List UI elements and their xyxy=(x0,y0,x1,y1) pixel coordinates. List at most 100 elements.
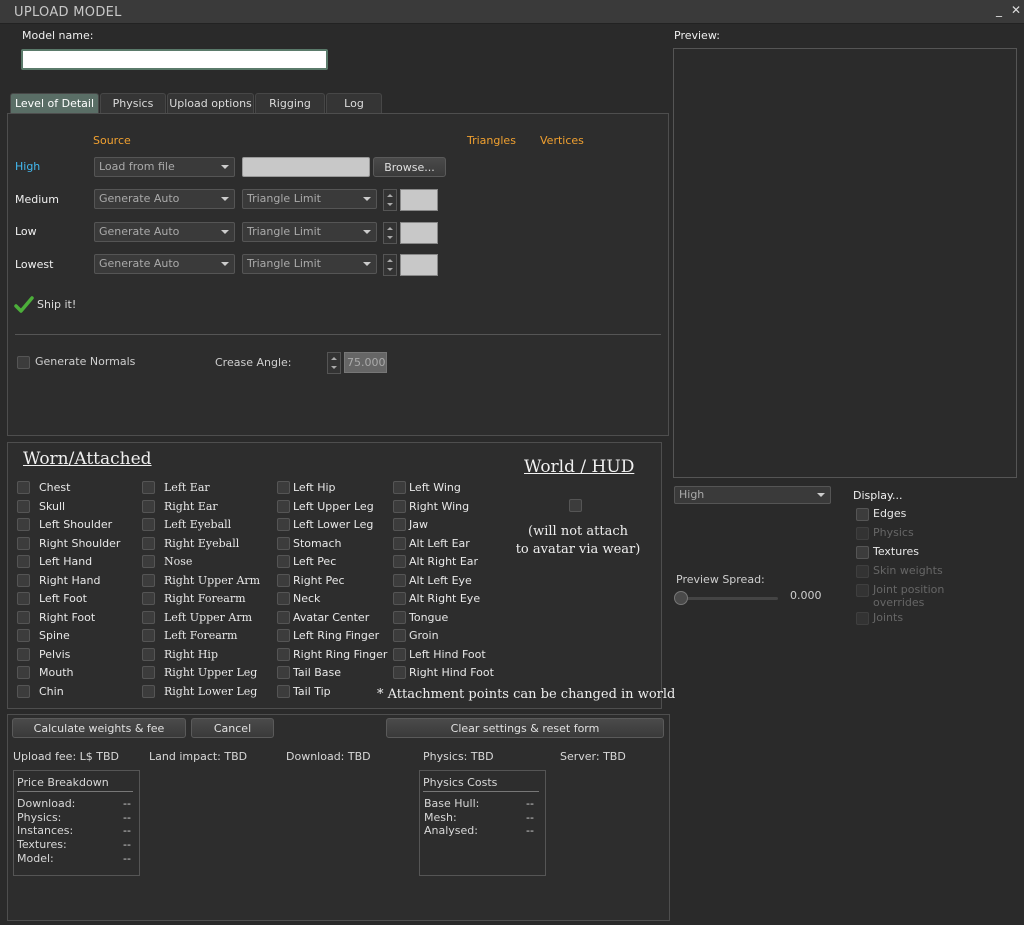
attach-neck-checkbox[interactable] xyxy=(277,592,290,605)
attach-left-hind-foot-checkbox[interactable] xyxy=(393,647,406,661)
display-textures-checkbox[interactable] xyxy=(856,546,869,559)
clear-settings-button[interactable]: Clear settings & reset form xyxy=(386,718,664,738)
calculate-weights-button[interactable]: Calculate weights & fee xyxy=(12,718,186,738)
attach-jaw-checkbox[interactable] xyxy=(393,518,406,531)
attach-right-lower-leg-checkbox[interactable] xyxy=(142,684,155,698)
attach-chin-checkbox[interactable] xyxy=(17,684,30,698)
attach-left-ring-finger-checkbox[interactable] xyxy=(277,629,290,642)
lowest-source-dropdown[interactable]: Generate Auto xyxy=(94,254,235,274)
generate-normals-checkbox[interactable] xyxy=(17,356,30,369)
tab-physics[interactable]: Physics xyxy=(100,93,166,113)
attach-left-foot-checkbox[interactable] xyxy=(17,592,30,605)
preview-label: Preview: xyxy=(674,29,720,42)
price-row-label: Textures: xyxy=(17,838,67,852)
tab-rigging[interactable]: Rigging xyxy=(255,93,325,113)
close-icon[interactable]: ✕ xyxy=(1011,3,1021,17)
low-mode-dropdown[interactable]: Triangle Limit xyxy=(242,222,377,242)
attach-left-lower-leg-checkbox[interactable] xyxy=(277,518,290,531)
lod-medium-label: Medium xyxy=(15,193,59,206)
preview-lod-dropdown[interactable]: High xyxy=(674,486,831,504)
attach-right-foot-checkbox[interactable] xyxy=(17,610,30,624)
high-source-dropdown[interactable]: Load from file xyxy=(94,157,235,177)
attach-right-upper-arm-checkbox[interactable] xyxy=(142,573,155,587)
lowest-limit-field[interactable] xyxy=(400,254,438,276)
slider-handle[interactable] xyxy=(674,591,688,605)
medium-limit-field[interactable] xyxy=(400,189,438,211)
low-limit-field[interactable] xyxy=(400,222,438,244)
attach-alt-left-ear-checkbox[interactable] xyxy=(393,536,406,550)
attach-left-upper-arm-checkbox[interactable] xyxy=(142,610,155,624)
attach-right-eyeball-checkbox[interactable] xyxy=(142,536,155,550)
low-spinner[interactable] xyxy=(383,222,397,244)
attach-left-pec-checkbox[interactable] xyxy=(277,555,290,568)
attach-left-upper-leg-label: Left Upper Leg xyxy=(293,499,374,513)
low-source-dropdown[interactable]: Generate Auto xyxy=(94,222,235,242)
attach-alt-left-eye-checkbox[interactable] xyxy=(393,573,406,587)
medium-spinner[interactable] xyxy=(383,189,397,211)
attach-pelvis-checkbox[interactable] xyxy=(17,647,30,661)
medium-source-dropdown[interactable]: Generate Auto xyxy=(94,189,235,209)
attach-spine-checkbox[interactable] xyxy=(17,629,30,642)
attach-left-hand-checkbox[interactable] xyxy=(17,555,30,568)
world-hud-heading: World / HUD xyxy=(524,457,635,477)
attach-right-wing-label: Right Wing xyxy=(409,499,470,513)
attach-skull-checkbox[interactable] xyxy=(17,499,30,513)
attach-groin-checkbox[interactable] xyxy=(393,629,406,642)
attach-right-foot-label: Right Foot xyxy=(39,610,96,624)
lowest-mode-dropdown[interactable]: Triangle Limit xyxy=(242,254,377,274)
attach-nose-checkbox[interactable] xyxy=(142,555,155,568)
attach-right-forearm-checkbox[interactable] xyxy=(142,592,155,605)
vertices-header: Vertices xyxy=(540,134,584,147)
attach-right-pec-checkbox[interactable] xyxy=(277,573,290,587)
attach-left-shoulder-checkbox[interactable] xyxy=(17,518,30,531)
attach-alt-right-eye-checkbox[interactable] xyxy=(393,592,406,605)
preview-spread-slider[interactable] xyxy=(680,597,778,600)
price-row-value: -- xyxy=(123,824,131,838)
display-edges-checkbox[interactable] xyxy=(856,508,869,521)
attach-left-wing-checkbox[interactable] xyxy=(393,481,406,494)
attach-left-eyeball-checkbox[interactable] xyxy=(142,518,155,531)
browse-button[interactable]: Browse... xyxy=(373,157,446,177)
attach-left-forearm-checkbox[interactable] xyxy=(142,629,155,642)
attach-left-ear-checkbox[interactable] xyxy=(142,481,155,494)
attach-left-ring-finger-label: Left Ring Finger xyxy=(293,629,380,642)
attach-right-upper-leg-label: Right Upper Leg xyxy=(164,666,258,679)
attach-stomach-checkbox[interactable] xyxy=(277,536,290,550)
attach-mouth-checkbox[interactable] xyxy=(17,666,30,679)
price-breakdown-title: Price Breakdown xyxy=(17,776,109,789)
attach-right-upper-leg-checkbox[interactable] xyxy=(142,666,155,679)
attach-tail-base-checkbox[interactable] xyxy=(277,666,290,679)
attach-right-ear-checkbox[interactable] xyxy=(142,499,155,513)
attach-chest-checkbox[interactable] xyxy=(17,481,30,494)
crease-angle-field[interactable]: 75.000 xyxy=(344,352,387,373)
file-path-field[interactable] xyxy=(242,157,370,177)
attach-tail-tip-checkbox[interactable] xyxy=(277,684,290,698)
crease-angle-spinner[interactable] xyxy=(327,352,341,374)
lowest-spinner[interactable] xyxy=(383,254,397,276)
cancel-button[interactable]: Cancel xyxy=(191,718,274,738)
attach-left-hip-checkbox[interactable] xyxy=(277,481,290,494)
attach-avatar-center-checkbox[interactable] xyxy=(277,610,290,624)
attach-right-hip-checkbox[interactable] xyxy=(142,647,155,661)
tab-log[interactable]: Log xyxy=(326,93,382,113)
medium-mode-dropdown[interactable]: Triangle Limit xyxy=(242,189,377,209)
attach-right-wing-checkbox[interactable] xyxy=(393,499,406,513)
attach-right-upper-arm-label: Right Upper Arm xyxy=(164,573,261,587)
attach-tongue-checkbox[interactable] xyxy=(393,610,406,624)
tab-level-of-detail[interactable]: Level of Detail xyxy=(10,93,99,113)
model-name-input[interactable] xyxy=(21,49,328,70)
title-bar[interactable] xyxy=(0,0,1024,24)
attach-right-ring-finger-checkbox[interactable] xyxy=(277,647,290,661)
attach-alt-right-ear-checkbox[interactable] xyxy=(393,555,406,568)
attach-right-hand-checkbox[interactable] xyxy=(17,573,30,587)
attach-right-hind-foot-checkbox[interactable] xyxy=(393,666,406,679)
preview-viewport[interactable] xyxy=(673,48,1017,478)
minimize-button[interactable]: _ xyxy=(996,3,1002,17)
tab-upload-options[interactable]: Upload options xyxy=(167,93,254,113)
price-row-value: -- xyxy=(123,797,131,810)
model-name-label: Model name: xyxy=(22,29,94,42)
attach-right-shoulder-checkbox[interactable] xyxy=(17,536,30,550)
attach-left-upper-leg-checkbox[interactable] xyxy=(277,499,290,513)
world-hud-checkbox[interactable] xyxy=(569,499,582,512)
attach-left-foot-label: Left Foot xyxy=(39,592,87,605)
